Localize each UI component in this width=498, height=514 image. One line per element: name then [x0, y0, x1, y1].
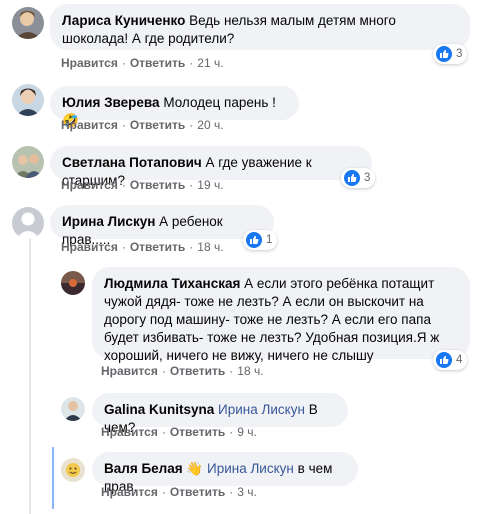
- comment-bubble: Валя Белая 👋 Ирина Лискун в чем прав.: [92, 452, 358, 494]
- author-badge-icon: 👋: [186, 461, 204, 476]
- like-button[interactable]: Нравится: [101, 425, 158, 439]
- reply-item: Валя Белая 👋 Ирина Лискун в чем прав. Нр…: [0, 446, 498, 514]
- comment-author[interactable]: Ирина Лискун: [62, 214, 155, 229]
- comment-actions: Нравится · Ответить · 19 ч.: [61, 178, 224, 192]
- reaction-count[interactable]: 3: [341, 168, 376, 188]
- like-icon: [344, 170, 360, 186]
- comment-timestamp[interactable]: 21 ч.: [197, 56, 223, 70]
- avatar[interactable]: [61, 458, 85, 482]
- reply-item: Galina Kunitsyna Ирина Лискун В чем? Нра…: [0, 386, 498, 446]
- reaction-number: 3: [456, 48, 463, 60]
- comment-bubble: Лариса Куниченко Ведь нельзя малым детям…: [50, 4, 470, 50]
- comment-item: Ирина Лискун А ребенок прав..... 1 Нрави…: [0, 198, 498, 262]
- reply-button[interactable]: Ответить: [130, 240, 185, 254]
- avatar[interactable]: [61, 397, 85, 421]
- reaction-number: 1: [266, 234, 273, 246]
- like-icon: [436, 46, 452, 62]
- comment-author[interactable]: Galina Kunitsyna: [104, 402, 214, 417]
- reply-button[interactable]: Ответить: [130, 56, 185, 70]
- like-button[interactable]: Нравится: [101, 485, 158, 499]
- reply-button[interactable]: Ответить: [170, 364, 225, 378]
- reaction-number: 3: [364, 172, 371, 184]
- like-button[interactable]: Нравится: [101, 364, 158, 378]
- mention-link[interactable]: Ирина Лискун: [207, 461, 294, 476]
- comment-item: Юлия Зверева Молодец парень ! 🤣 Нравится…: [0, 74, 498, 136]
- like-button[interactable]: Нравится: [61, 118, 118, 132]
- reply-button[interactable]: Ответить: [170, 485, 225, 499]
- comment-actions: Нравится · Ответить · 21 ч.: [61, 56, 224, 70]
- comment-actions: Нравится · Ответить · 18 ч.: [61, 240, 224, 254]
- comment-bubble: Galina Kunitsyna Ирина Лискун В чем?: [92, 393, 348, 435]
- comment-item: Светлана Потапович А где уважение к стар…: [0, 136, 498, 198]
- avatar[interactable]: [61, 271, 85, 295]
- comment-bubble: Юлия Зверева Молодец парень ! 🤣: [50, 86, 299, 128]
- like-button[interactable]: Нравится: [61, 178, 118, 192]
- comment-timestamp[interactable]: 20 ч.: [197, 118, 223, 132]
- comment-author[interactable]: Лариса Куниченко: [62, 13, 185, 28]
- reaction-count[interactable]: 4: [433, 350, 468, 370]
- comment-author[interactable]: Валя Белая: [104, 461, 183, 476]
- comment-actions: Нравится · Ответить · 3 ч.: [101, 485, 257, 499]
- comment-bubble: Ирина Лискун А ребенок прав.....: [50, 205, 274, 247]
- reply-button[interactable]: Ответить: [130, 118, 185, 132]
- reaction-number: 4: [456, 354, 463, 366]
- comment-actions: Нравится · Ответить · 9 ч.: [101, 425, 257, 439]
- avatar[interactable]: [12, 146, 44, 178]
- comment-author[interactable]: Юлия Зверева: [62, 95, 160, 110]
- reply-item: Людмила Тиханская А если этого ребёнка п…: [0, 262, 498, 386]
- comment-item: Лариса Куниченко Ведь нельзя малым детям…: [0, 0, 498, 74]
- reply-button[interactable]: Ответить: [170, 425, 225, 439]
- comment-timestamp[interactable]: 9 ч.: [237, 425, 257, 439]
- reaction-count[interactable]: 3: [433, 44, 468, 64]
- comment-author[interactable]: Людмила Тиханская: [104, 276, 240, 291]
- like-button[interactable]: Нравится: [61, 56, 118, 70]
- comment-timestamp[interactable]: 18 ч.: [237, 364, 263, 378]
- mention-link[interactable]: Ирина Лискун: [218, 402, 305, 417]
- comment-author[interactable]: Светлана Потапович: [62, 155, 202, 170]
- like-icon: [436, 352, 452, 368]
- comment-timestamp[interactable]: 19 ч.: [197, 178, 223, 192]
- comment-actions: Нравится · Ответить · 18 ч.: [101, 364, 264, 378]
- comment-timestamp[interactable]: 18 ч.: [197, 240, 223, 254]
- avatar[interactable]: [12, 7, 44, 39]
- comment-bubble: Светлана Потапович А где уважение к стар…: [50, 146, 372, 188]
- comment-actions: Нравится · Ответить · 20 ч.: [61, 118, 224, 132]
- comment-bubble: Людмила Тиханская А если этого ребёнка п…: [92, 267, 470, 363]
- comment-timestamp[interactable]: 3 ч.: [237, 485, 257, 499]
- like-button[interactable]: Нравится: [61, 240, 118, 254]
- avatar[interactable]: [12, 84, 44, 116]
- avatar[interactable]: [12, 207, 44, 239]
- reaction-count[interactable]: 1: [243, 230, 278, 250]
- reply-button[interactable]: Ответить: [130, 178, 185, 192]
- like-icon: [246, 232, 262, 248]
